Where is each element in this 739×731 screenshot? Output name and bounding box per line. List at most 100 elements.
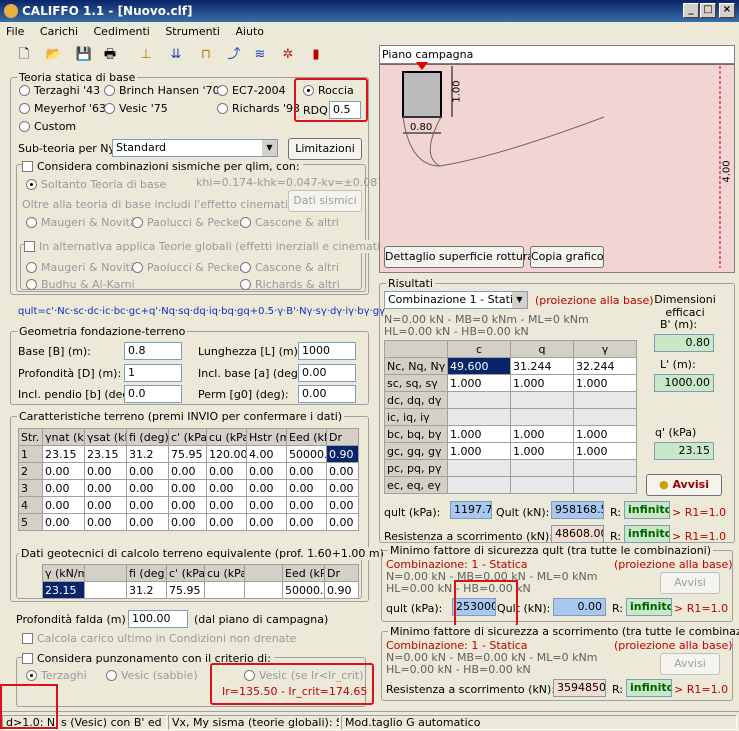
surface-detail-button[interactable]: Dettaglio superficie rottura xyxy=(384,246,534,268)
close-button[interactable]: × xyxy=(719,3,735,18)
foundation-diagram: Piano campagna 1.00 0.80 4.00 Dettaglio … xyxy=(379,45,735,273)
limitazioni-button[interactable]: Limitazioni xyxy=(288,138,362,160)
menu-aiuto[interactable]: Aiuto xyxy=(235,25,264,38)
status-shear: Mod.taglio G automatico xyxy=(341,715,737,730)
title-bar: CALIFFO 1.1 - [Nuovo.clf] _ □ × xyxy=(0,0,739,22)
incl-base-input[interactable]: 0.00 xyxy=(298,364,356,382)
radio-meyerhof[interactable]: Meyerhof '63 xyxy=(19,102,106,115)
loads-icon[interactable]: ⇊ xyxy=(166,45,186,65)
chevron-down-icon: ▼ xyxy=(512,292,527,308)
perm-input[interactable]: 0.00 xyxy=(298,385,356,403)
radio-brinch-hansen[interactable]: Brinch Hansen '70 xyxy=(104,84,220,97)
r1-value: infinito xyxy=(624,501,670,519)
factors-table: cqγ Nc, Nq, Nγ 49.600 31.244 32.244 sc, sq,… xyxy=(384,340,637,494)
exit-icon[interactable]: ▮ xyxy=(306,45,326,65)
radio-g-paolucci[interactable]: Paolucci & Pecker xyxy=(132,261,244,274)
depth-input[interactable]: 1 xyxy=(124,364,182,382)
maximize-button[interactable]: □ xyxy=(700,3,716,18)
copy-chart-button[interactable]: Copia grafico xyxy=(530,246,604,268)
table-row: ic, iq, iγ xyxy=(384,408,637,426)
base-input[interactable]: 0.8 xyxy=(124,342,182,360)
subtheory-select[interactable]: Standard ▼ xyxy=(112,139,278,157)
table-row[interactable]: 2 0.00 0.00 0.00 0.00 0.00 0.00 0.00 0.00 xyxy=(18,462,359,480)
undrained-checkbox[interactable]: Calcola carico ultimo in Condizioni non … xyxy=(22,632,297,645)
radio-g-cascone[interactable]: Cascone & altri xyxy=(240,261,339,274)
menu-file[interactable]: File xyxy=(6,25,24,38)
menu-carichi[interactable]: Carichi xyxy=(40,25,78,38)
radio-k-cascone[interactable]: Cascone & altri xyxy=(240,216,339,229)
open-folder-icon[interactable]: 📂 xyxy=(44,45,64,65)
min-slide-label: Resistenza a scorrimento (kN): xyxy=(386,683,556,696)
failure-surface-drawing xyxy=(380,62,734,268)
radio-custom[interactable]: Custom xyxy=(19,120,76,133)
min-slide-value: 35948500 xyxy=(553,679,606,697)
min-Qult-value: 0.00 xyxy=(553,598,606,616)
window-title: CALIFFO 1.1 - [Nuovo.clf] xyxy=(22,4,193,18)
qult-label: qult (kPa): xyxy=(384,506,441,519)
perm-label: Perm [g0] (deg): xyxy=(198,388,289,401)
radio-g-richards[interactable]: Richards & altri xyxy=(240,278,340,291)
khi-text: khi=0.174-khk=0.047-kv=±0.087 xyxy=(196,176,385,189)
min-slide-title: Minimo fattore di sicurezza a scorriment… xyxy=(388,625,739,638)
save-icon[interactable]: 💾 xyxy=(74,45,94,65)
highlight-status-nc xyxy=(0,684,58,729)
radio-only-base[interactable]: Soltanto Teoria di base xyxy=(26,178,166,191)
soil-table[interactable]: Str.γnat (kN/γsat (kN/fi (deg)c' (kPa)cu… xyxy=(18,428,359,531)
new-file-icon[interactable]: 🗋 xyxy=(14,45,34,65)
radio-punch-vesic-sand[interactable]: Vesic (sabbie) xyxy=(106,669,198,682)
table-row: Nc, Nq, Nγ 49.600 31.244 32.244 xyxy=(384,357,637,375)
min-slide-r-compare: > R1=1.0 xyxy=(674,683,729,696)
length-input[interactable]: 1000 xyxy=(298,342,356,360)
r2-value: infinito xyxy=(624,525,670,543)
l-value: 1000.00 xyxy=(654,374,714,392)
table-row[interactable]: 3 0.00 0.00 0.00 0.00 0.00 0.00 0.00 0.00 xyxy=(18,479,359,497)
molecule-icon[interactable]: ✲ xyxy=(278,45,298,65)
settlement-icon[interactable]: ⊓ xyxy=(196,45,216,65)
radio-ec7[interactable]: EC7-2004 xyxy=(217,84,286,97)
global-checkbox[interactable]: In alternativa applica Teorie globali (e… xyxy=(24,240,397,253)
radio-vesic[interactable]: Vesic '75 xyxy=(104,102,168,115)
radio-g-maugeri[interactable]: Maugeri & Novità xyxy=(26,261,137,274)
q-value: 23.15 xyxy=(654,442,714,460)
r2-compare: > R1=1.0 xyxy=(672,530,727,543)
radio-k-maugeri[interactable]: Maugeri & Novità xyxy=(26,216,137,229)
seismic-checkbox[interactable]: Considera combinazioni sismiche per qlim… xyxy=(22,160,303,173)
table-row[interactable]: 5 0.00 0.00 0.00 0.00 0.00 0.00 0.00 0.00 xyxy=(18,513,359,531)
curve-icon[interactable]: ⤴ xyxy=(224,45,244,65)
r1-compare: > R1=1.0 xyxy=(672,506,727,519)
minimize-button[interactable]: _ xyxy=(683,3,699,18)
menu-cedimenti[interactable]: Cedimenti xyxy=(94,25,150,38)
dims-title: Dimensioni efficaci xyxy=(654,293,716,319)
spring-icon[interactable]: ≋ xyxy=(250,45,270,65)
results-proj: (proiezione alla base) xyxy=(535,294,654,307)
foundation-icon[interactable]: ⊥ xyxy=(136,45,156,65)
dati-sismici-button[interactable]: Dati sismici xyxy=(288,190,362,212)
qult-value: 1197.71 xyxy=(450,501,492,519)
highlight-roccia xyxy=(294,78,368,122)
min-qult-r-value: infinito xyxy=(626,598,672,616)
combo-select[interactable]: Combinazione 1 - Statica ▼ xyxy=(384,291,528,309)
status-seismic: Vx, My sisma (teorie globali): SI xyxy=(168,715,340,730)
table-row[interactable]: 123.1523.1531.275.95120.004.0050000.00.9… xyxy=(18,445,359,463)
table-row: dc, dq, dγ xyxy=(384,391,637,409)
toolbar: 🗋 📂 💾 🖶 ⊥ ⇊ ⊓ ⤴ ≋ ✲ ▮ xyxy=(0,41,375,69)
min-slide-avvisi-button[interactable]: Avvisi xyxy=(660,653,720,675)
radio-punch-terzaghi[interactable]: Terzaghi xyxy=(26,669,87,682)
Qult-label: Qult (kN): xyxy=(496,506,550,519)
print-icon[interactable]: 🖶 xyxy=(100,45,120,65)
min-qult-title: Minimo fattore di sicurezza qult (tra tu… xyxy=(388,544,714,557)
length-label: Lunghezza [L] (m): xyxy=(198,345,302,358)
min-qult-proj: (proiezione alla base) xyxy=(614,558,733,571)
avvisi-button[interactable]: ● Avvisi xyxy=(646,474,722,496)
radio-k-paolucci[interactable]: Paolucci & Pecker xyxy=(132,216,244,229)
kinematic-text: Oltre alla teoria di base includi l'effe… xyxy=(22,198,328,211)
falda-input[interactable]: 100.00 xyxy=(128,610,188,628)
incl-slope-input[interactable]: 0.0 xyxy=(124,385,182,403)
radio-terzaghi[interactable]: Terzaghi '43 xyxy=(19,84,100,97)
min-qult-avvisi-button[interactable]: Avvisi xyxy=(660,572,720,594)
radio-richards[interactable]: Richards '93 xyxy=(217,102,300,115)
menu-strumenti[interactable]: Strumenti xyxy=(165,25,220,38)
l-label: L' (m): xyxy=(660,358,696,371)
table-row[interactable]: 4 0.00 0.00 0.00 0.00 0.00 0.00 0.00 0.00 xyxy=(18,496,359,514)
radio-g-budhu[interactable]: Budhu & Al-Karni xyxy=(26,278,135,291)
